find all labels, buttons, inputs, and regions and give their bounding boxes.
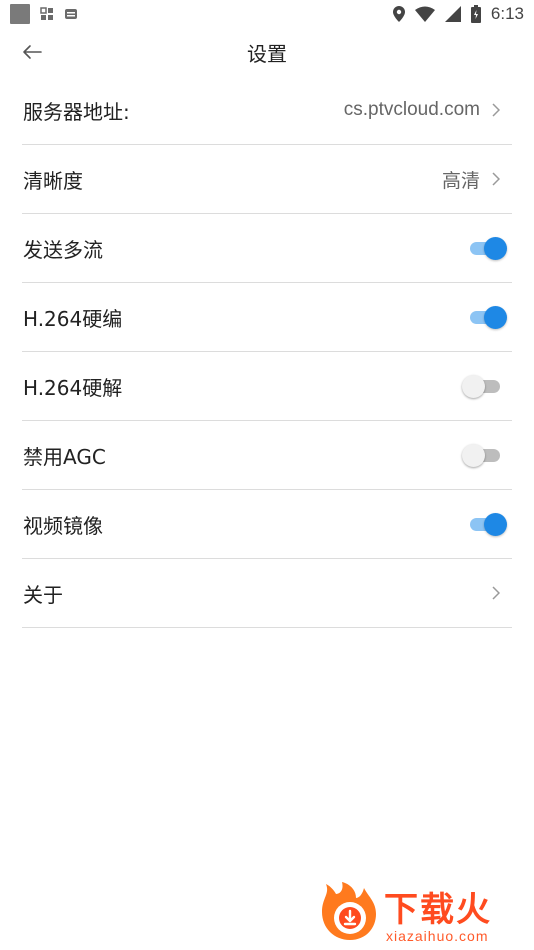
setting-server-address[interactable]: 服务器地址: cs.ptvcloud.com	[22, 76, 512, 145]
flame-logo-icon	[322, 882, 376, 940]
status-right-icons: 6:13	[392, 4, 524, 24]
back-button[interactable]	[20, 40, 44, 64]
status-time: 6:13	[490, 4, 524, 23]
location-icon	[392, 6, 405, 22]
setting-h264-hw-decode: H.264硬解	[22, 352, 512, 421]
setting-label: H.264硬解	[23, 375, 123, 400]
battery-icon	[470, 5, 481, 23]
h264-hw-encode-toggle[interactable]	[468, 305, 508, 329]
setting-disable-agc: 禁用AGC	[22, 421, 512, 490]
setting-video-mirror: 视频镜像	[22, 490, 512, 559]
settings-list: 服务器地址: cs.ptvcloud.com 清晰度 高清 发送多流 H.264…	[22, 76, 512, 628]
setting-label: 清晰度	[23, 168, 83, 193]
watermark: 下载火 xiazaihuo.com	[312, 878, 528, 948]
setting-label: 禁用AGC	[23, 444, 106, 469]
page-title: 设置	[247, 41, 287, 66]
setting-label: 发送多流	[23, 237, 103, 262]
setting-h264-hw-encode: H.264硬编	[22, 283, 512, 352]
setting-multi-stream: 发送多流	[22, 214, 512, 283]
chevron-right-icon	[492, 171, 502, 187]
setting-value: 高清	[441, 170, 480, 192]
arrow-left-icon	[23, 45, 42, 59]
chevron-right-icon	[492, 102, 502, 118]
grid-icon	[40, 7, 53, 20]
status-bar: 6:13	[0, 0, 534, 28]
setting-about[interactable]: 关于	[22, 559, 512, 628]
chevron-right-icon	[492, 585, 502, 601]
watermark-text: 下载火	[384, 890, 492, 930]
video-mirror-toggle[interactable]	[468, 512, 508, 536]
disable-agc-toggle[interactable]	[462, 443, 508, 467]
square-icon	[10, 4, 30, 24]
app-bar: 设置	[0, 28, 534, 76]
status-left-icons	[10, 4, 78, 24]
wifi-icon	[414, 6, 435, 22]
setting-label: 视频镜像	[23, 513, 103, 538]
setting-value: cs.ptvcloud.com	[343, 99, 480, 120]
multi-stream-toggle[interactable]	[468, 236, 508, 260]
h264-hw-decode-toggle[interactable]	[462, 374, 508, 398]
watermark-url: xiazaihuo.com	[386, 928, 489, 944]
mail-icon	[65, 9, 77, 19]
setting-label: 关于	[23, 582, 63, 607]
signal-icon	[444, 6, 461, 22]
setting-label: 服务器地址:	[23, 99, 130, 124]
setting-label: H.264硬编	[23, 306, 123, 331]
setting-resolution[interactable]: 清晰度 高清	[22, 145, 512, 214]
